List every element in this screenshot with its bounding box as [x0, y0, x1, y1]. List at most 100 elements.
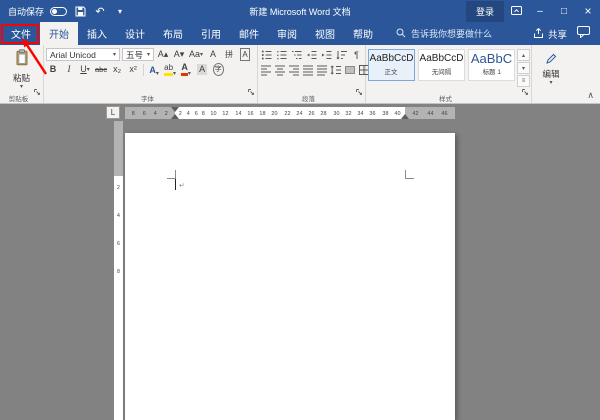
ribbon-tab[interactable]: 设计 — [116, 22, 154, 45]
character-border-button[interactable]: A — [238, 48, 252, 61]
autosave-toggle[interactable] — [50, 7, 67, 16]
paragraph-group-label: 段落 — [272, 94, 345, 103]
minimize-button[interactable]: – — [528, 0, 552, 22]
styles-scroll-up-icon[interactable]: ▴ — [517, 49, 530, 61]
strikethrough-button[interactable]: abc — [94, 63, 108, 76]
signin-button[interactable]: 登录 — [466, 1, 504, 22]
ribbon-tab[interactable]: 开始 — [40, 22, 78, 45]
styles-dialog-launcher-icon[interactable] — [521, 83, 529, 101]
paste-dropdown-icon[interactable]: ▾ — [20, 85, 23, 89]
highlight-color-button[interactable]: ab▾ — [163, 63, 177, 76]
character-shading-button[interactable]: A — [195, 63, 209, 76]
hanging-indent-marker[interactable] — [171, 114, 179, 119]
subscript-button[interactable]: x₂ — [110, 63, 124, 76]
undo-icon[interactable]: ↶ — [93, 2, 107, 20]
tell-me-search[interactable]: 告诉我你想要做什么 — [396, 22, 492, 45]
ribbon-tab[interactable]: 邮件 — [230, 22, 268, 45]
chevron-down-icon: ▾ — [173, 72, 176, 76]
bold-button[interactable]: B — [46, 63, 60, 76]
title-bar: 自动保存 ↶ ▾ 新建 Microsoft Word 文档 登录 – □ × — [0, 0, 600, 22]
word-window: 自动保存 ↶ ▾ 新建 Microsoft Word 文档 登录 – □ × 文… — [0, 0, 600, 420]
crop-mark-top-right — [405, 170, 414, 179]
clear-formatting-button[interactable]: A — [206, 48, 220, 61]
distribute-text-icon[interactable] — [316, 63, 328, 76]
save-icon[interactable] — [73, 2, 87, 20]
ribbon-tab[interactable]: 审阅 — [268, 22, 306, 45]
superscript-button[interactable]: x² — [126, 63, 140, 76]
ruler-number: 42 — [412, 110, 418, 116]
ribbon-tab[interactable]: 布局 — [154, 22, 192, 45]
tab-stop-selector[interactable]: L — [106, 106, 120, 119]
right-indent-marker[interactable] — [401, 114, 409, 119]
clipboard-dialog-launcher-icon[interactable] — [33, 83, 41, 101]
paragraph-dialog-launcher-icon[interactable] — [355, 83, 363, 101]
style-card[interactable]: AaBbC 标题 1 — [468, 49, 515, 81]
align-right-icon[interactable] — [288, 63, 300, 76]
toggle-knob-icon — [52, 9, 57, 14]
align-left-icon[interactable] — [260, 63, 272, 76]
search-icon — [396, 28, 406, 40]
italic-button[interactable]: I — [62, 63, 76, 76]
document-page[interactable]: ↵ — [125, 133, 455, 420]
comments-button[interactable] — [573, 22, 600, 45]
document-area[interactable]: 2 4 6 8 ↵ — [0, 121, 600, 420]
line-spacing-icon[interactable] — [330, 63, 342, 76]
clipboard-icon — [14, 49, 30, 71]
decrease-indent-icon[interactable] — [305, 48, 318, 61]
styles-scroll-down-icon[interactable]: ▾ — [517, 62, 530, 74]
ribbon-tab-bar: 文件开始插入设计布局引用邮件审阅视图帮助 告诉我你想要做什么 共享 — [0, 22, 600, 45]
align-center-icon[interactable] — [274, 63, 286, 76]
maximize-button[interactable]: □ — [552, 0, 576, 22]
close-button[interactable]: × — [576, 0, 600, 22]
quick-access-dropdown-icon[interactable]: ▾ — [113, 2, 127, 20]
ribbon-tab[interactable]: 引用 — [192, 22, 230, 45]
multilevel-list-icon[interactable] — [290, 48, 303, 61]
editing-button[interactable]: 编辑 ▾ — [534, 47, 568, 91]
ruler-number: 22 — [284, 110, 290, 116]
justify-icon[interactable] — [302, 63, 314, 76]
sort-icon[interactable] — [335, 48, 348, 61]
ribbon-tab[interactable]: 视图 — [306, 22, 344, 45]
style-card[interactable]: AaBbCcD 无间隔 — [418, 49, 465, 81]
chevron-down-icon: ▾ — [147, 53, 150, 57]
enclose-characters-button[interactable]: 字 — [211, 63, 225, 76]
ruler-number: 26 — [309, 110, 315, 116]
bullets-icon[interactable] — [260, 48, 273, 61]
increase-indent-icon[interactable] — [320, 48, 333, 61]
ruler-number: 38 — [382, 110, 388, 116]
ribbon-tab[interactable]: 帮助 — [344, 22, 382, 45]
numbering-icon[interactable] — [275, 48, 288, 61]
ribbon-display-options-icon[interactable] — [504, 0, 528, 22]
shading-icon[interactable] — [344, 63, 356, 76]
paste-label: 粘贴 — [13, 72, 30, 84]
text-cursor — [175, 179, 176, 190]
style-card[interactable]: AaBbCcD 正文 — [368, 49, 415, 81]
search-placeholder: 告诉我你想要做什么 — [411, 27, 492, 40]
first-line-indent-marker[interactable] — [171, 107, 179, 112]
ribbon-tab[interactable]: 插入 — [78, 22, 116, 45]
phonetic-guide-button[interactable]: 拼 — [222, 48, 236, 61]
font-color-button[interactable]: A▾ — [179, 63, 193, 76]
chevron-down-icon: ▾ — [188, 72, 191, 76]
ruler-number: 24 — [296, 110, 302, 116]
font-family-value: Arial Unicod — [50, 50, 96, 60]
share-label: 共享 — [548, 27, 567, 41]
clipboard-group: 粘贴 ▾ 剪贴板 — [0, 45, 44, 103]
autosave-label: 自动保存 — [8, 5, 44, 18]
underline-button[interactable]: U▾ — [78, 63, 92, 76]
font-size-value: 五号 — [126, 49, 143, 61]
shrink-font-button[interactable]: A▾ — [172, 48, 186, 61]
font-size-combo[interactable]: 五号 ▾ — [122, 48, 154, 61]
show-hide-pilcrow-icon[interactable]: ¶ — [350, 48, 363, 61]
ribbon-tab[interactable]: 文件 — [2, 22, 40, 45]
collapse-ribbon-icon[interactable]: ∧ — [587, 90, 594, 101]
font-family-combo[interactable]: Arial Unicod ▾ — [46, 48, 120, 61]
ribbon-home: 粘贴 ▾ 剪贴板 Arial Unicod ▾ 五号 ▾ A▴ A▾ — [0, 45, 600, 104]
vertical-ruler[interactable]: 2 4 6 8 — [114, 121, 123, 420]
change-case-button[interactable]: Aa▾ — [188, 48, 204, 61]
text-effects-button[interactable]: A▾ — [147, 63, 161, 76]
font-dialog-launcher-icon[interactable] — [247, 83, 255, 101]
share-button[interactable]: 共享 — [527, 22, 573, 45]
editing-label: 编辑 — [542, 68, 559, 80]
grow-font-button[interactable]: A▴ — [156, 48, 170, 61]
